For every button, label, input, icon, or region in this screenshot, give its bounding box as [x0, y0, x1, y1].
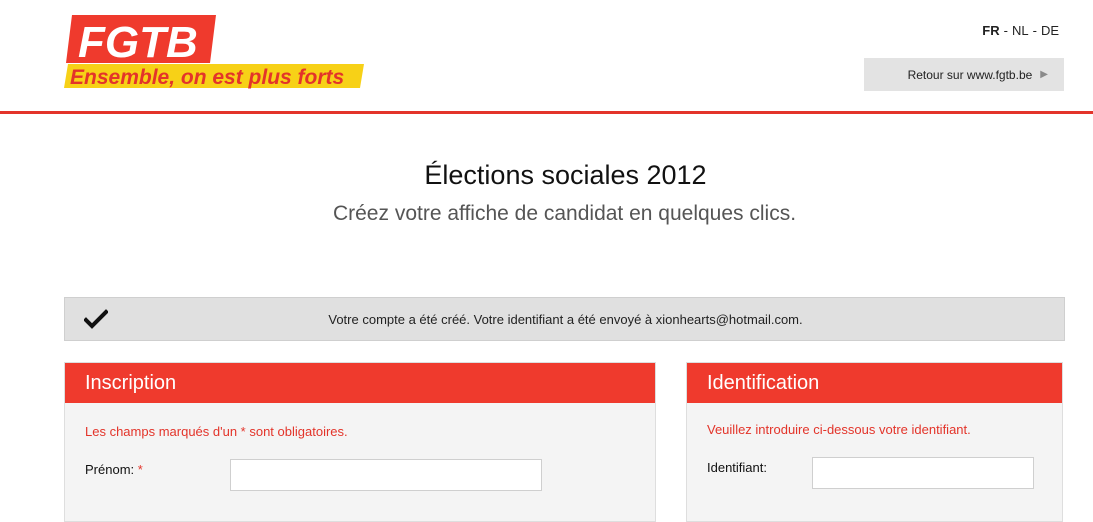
back-link-label: Retour sur www.fgtb.be — [907, 67, 1033, 82]
lang-separator: - — [1032, 23, 1037, 38]
prenom-label: Prénom: * — [85, 462, 143, 477]
identification-title: Identification — [687, 363, 1062, 403]
inscription-title: Inscription — [65, 363, 655, 403]
page-title: Élections sociales 2012 — [424, 160, 707, 190]
prenom-label-text: Prénom: — [85, 462, 135, 477]
notice-text: Votre compte a été créé. Votre identifia… — [328, 312, 803, 327]
required-fields-note: Les champs marqués d'un * sont obligatoi… — [85, 424, 348, 439]
logo-tagline: Ensemble, on est plus forts — [70, 66, 344, 89]
identifiant-label: Identifiant: — [707, 460, 767, 475]
required-mark: * — [137, 462, 143, 477]
back-to-fgtb-link[interactable]: Retour sur www.fgtb.be ▶ — [864, 58, 1064, 91]
identifiant-input[interactable] — [812, 457, 1034, 489]
fgtb-logo[interactable]: FGTB Ensemble, on est plus forts — [64, 15, 364, 90]
identification-instruction: Veuillez introduire ci-dessous votre ide… — [707, 422, 971, 437]
prenom-input[interactable] — [230, 459, 542, 491]
lang-nl[interactable]: NL — [1012, 23, 1029, 38]
success-notice: Votre compte a été créé. Votre identifia… — [64, 297, 1065, 341]
lang-de[interactable]: DE — [1041, 23, 1059, 38]
arrow-right-icon: ▶ — [1040, 69, 1048, 80]
header-divider — [0, 111, 1093, 114]
lang-fr[interactable]: FR — [982, 23, 999, 38]
inscription-panel: Inscription Les champs marqués d'un * so… — [64, 362, 656, 522]
page-subtitle: Créez votre affiche de candidat en quelq… — [332, 202, 797, 225]
identification-panel: Identification Veuillez introduire ci-de… — [686, 362, 1063, 522]
logo-wordmark: FGTB — [78, 18, 198, 67]
lang-separator: - — [1003, 23, 1008, 38]
language-switcher: FR - NL - DE — [982, 23, 1059, 38]
